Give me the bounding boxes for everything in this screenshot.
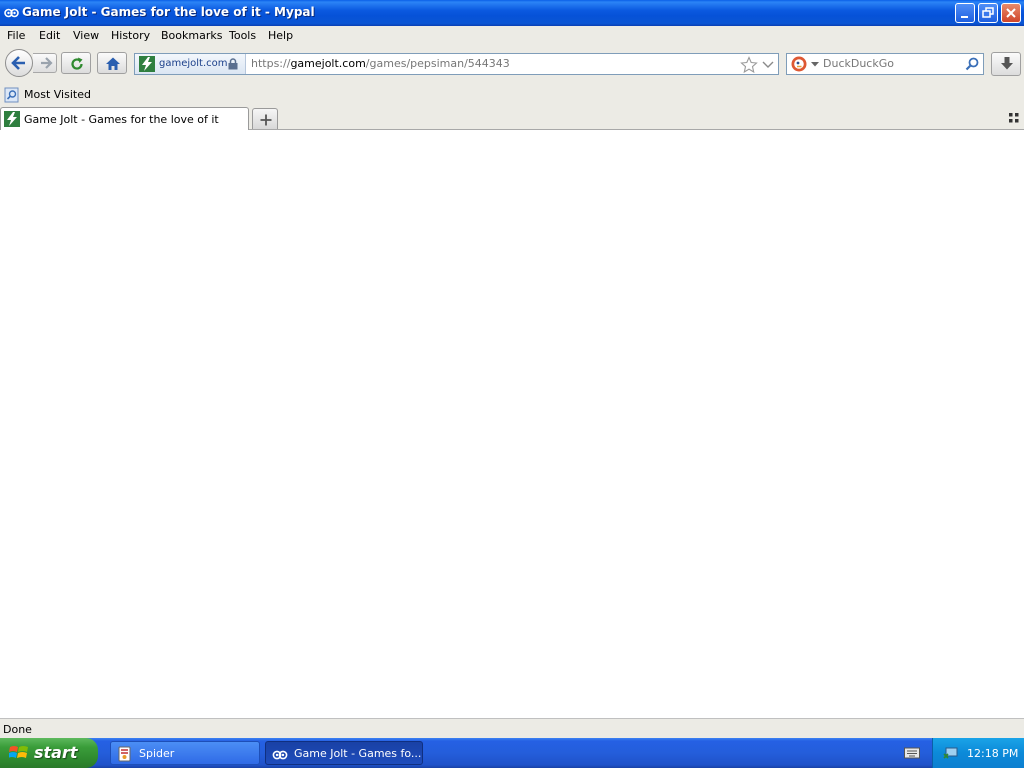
maximize-icon (982, 7, 994, 18)
tab-label: Game Jolt - Games for the love of it (24, 113, 219, 126)
url-path: /games/pepsiman/544343 (365, 57, 510, 70)
start-label: start (34, 743, 78, 762)
forward-arrow-icon (41, 57, 53, 69)
window-titlebar[interactable]: Game Jolt - Games for the love of it - M… (0, 0, 1024, 26)
plus-icon (260, 114, 272, 126)
url-bar[interactable]: gamejolt.com https://gamejolt.com/games/… (134, 53, 779, 75)
magnifier-icon[interactable] (965, 57, 979, 71)
site-identity-button[interactable]: gamejolt.com (135, 54, 246, 74)
page-content[interactable] (0, 130, 1024, 718)
menu-history[interactable]: History (111, 29, 150, 42)
forward-button[interactable] (33, 53, 57, 73)
network-icon[interactable] (943, 745, 959, 761)
back-button[interactable] (5, 49, 33, 77)
grid-icon[interactable] (1009, 113, 1019, 123)
taskbar-button-label: Spider (139, 747, 175, 760)
bookmark-most-visited[interactable]: Most Visited (24, 88, 91, 101)
site-identity-label: gamejolt.com (159, 58, 228, 69)
url-prefix: https:// (251, 57, 291, 70)
reload-button[interactable] (61, 52, 91, 74)
windows-logo-icon (9, 746, 28, 758)
search-bar[interactable]: DuckDuckGo (786, 53, 984, 75)
gamejolt-favicon (4, 111, 20, 127)
app-icon (4, 8, 19, 18)
taskbar-button-browser[interactable]: Game Jolt - Games fo... (265, 741, 423, 765)
restore-button[interactable] (978, 3, 998, 23)
menu-tools[interactable]: Tools (229, 29, 256, 42)
new-tab-button[interactable] (252, 108, 278, 129)
home-button[interactable] (97, 52, 127, 74)
menu-edit[interactable]: Edit (39, 29, 60, 42)
search-engine-dropdown-icon[interactable] (811, 62, 819, 67)
duckduckgo-icon[interactable] (791, 56, 807, 72)
status-bar: Done (0, 718, 1024, 738)
tab-strip: Game Jolt - Games for the love of it (0, 106, 1024, 130)
back-arrow-icon (11, 56, 25, 70)
close-button[interactable] (1001, 3, 1021, 23)
taskbar-button-spider[interactable]: Spider (110, 741, 260, 765)
start-button[interactable]: start (0, 738, 98, 768)
keyboard-icon[interactable] (904, 747, 920, 759)
dropdown-icon[interactable] (762, 61, 774, 69)
system-tray: 12:18 PM (932, 738, 1024, 768)
app-icon (272, 750, 288, 760)
menu-bookmarks[interactable]: Bookmarks (161, 29, 222, 42)
star-icon[interactable] (740, 56, 758, 74)
tray-clock[interactable]: 12:18 PM (967, 747, 1018, 760)
taskbar: start Spider Game Jolt - Games fo... 12:… (0, 738, 1024, 768)
menu-file[interactable]: File (7, 29, 25, 42)
menu-view[interactable]: View (73, 29, 99, 42)
search-input[interactable]: DuckDuckGo (823, 57, 894, 70)
window-title: Game Jolt - Games for the love of it - M… (22, 5, 315, 19)
lock-icon (228, 58, 238, 70)
reload-icon (71, 57, 83, 70)
spider-solitaire-icon (118, 746, 131, 762)
gamejolt-favicon (139, 56, 155, 72)
url-host: gamejolt.com (290, 57, 366, 70)
menu-help[interactable]: Help (268, 29, 293, 42)
status-text: Done (3, 723, 32, 736)
minimize-icon (961, 16, 968, 18)
download-icon (1001, 57, 1013, 70)
home-icon (106, 57, 120, 70)
tab-gamejolt[interactable]: Game Jolt - Games for the love of it (0, 107, 249, 130)
url-text[interactable]: https://gamejolt.com/games/pepsiman/5443… (251, 57, 510, 70)
bookmark-folder-icon (4, 87, 19, 103)
downloads-button[interactable] (991, 52, 1021, 76)
navigation-toolbar: gamejolt.com https://gamejolt.com/games/… (0, 46, 1024, 84)
menu-bar: File Edit View History Bookmarks Tools H… (0, 26, 1024, 46)
bookmarks-toolbar: Most Visited (0, 84, 1024, 106)
minimize-button[interactable] (955, 3, 975, 23)
taskbar-button-label: Game Jolt - Games fo... (294, 747, 422, 760)
close-icon (1006, 8, 1016, 18)
